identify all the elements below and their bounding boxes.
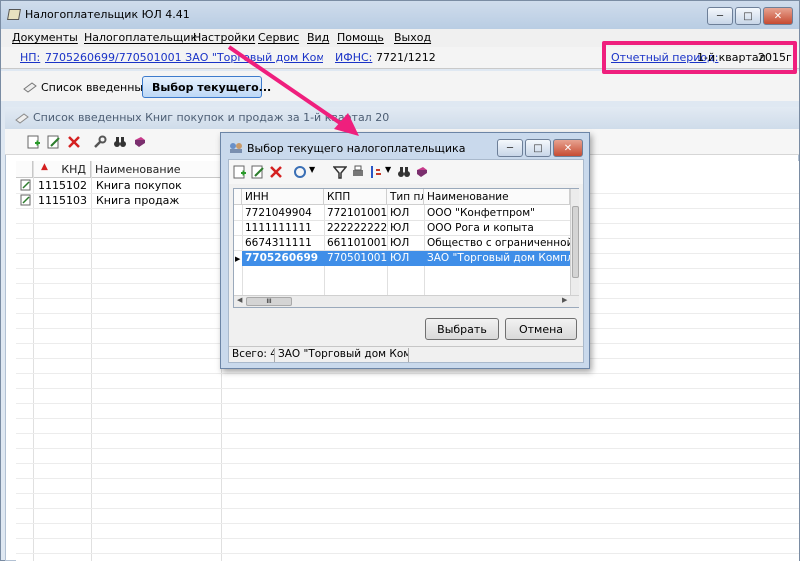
- table-row-name[interactable]: ООО "Конфетпром": [424, 206, 570, 220]
- table-row-name[interactable]: ООО Рога и копыта: [424, 221, 570, 235]
- delete-icon[interactable]: [269, 165, 283, 179]
- grid1-header-name[interactable]: Наименование: [91, 161, 221, 178]
- window-title: Налогоплательщик ЮЛ 4.41: [25, 8, 190, 21]
- status-current-name: ЗАО "Торговый дом Комплексный": [275, 348, 409, 362]
- table-row-inn[interactable]: 1111111111: [242, 221, 324, 235]
- table-row-name[interactable]: Книга покупок: [94, 178, 219, 193]
- horizontal-scroll-thumb[interactable]: III: [246, 297, 292, 306]
- table-row-type[interactable]: ЮЛ: [387, 221, 424, 235]
- panel-header: Список введенных Книг покупок и продаж з…: [5, 107, 799, 129]
- filter-icon[interactable]: [333, 165, 347, 179]
- table-row-kpp[interactable]: 222222222: [324, 221, 387, 235]
- table-row-type[interactable]: ЮЛ: [387, 251, 424, 265]
- horizontal-scrollbar[interactable]: ◀ III ▶: [234, 295, 579, 307]
- cancel-button[interactable]: Отмена: [505, 318, 577, 340]
- close-button[interactable]: ✕: [763, 7, 793, 25]
- np-label[interactable]: НП:: [20, 51, 40, 64]
- table-row-type[interactable]: ЮЛ: [387, 236, 424, 250]
- app-icon: [7, 9, 21, 20]
- delete-icon[interactable]: [67, 135, 81, 149]
- dialog-toolbar: ▼ ▼: [229, 160, 583, 184]
- dialog-close-button[interactable]: ✕: [553, 139, 583, 157]
- grid1-indicator-header: [16, 161, 33, 178]
- add-icon[interactable]: [233, 165, 247, 179]
- edit-icon[interactable]: [251, 165, 265, 179]
- table-row-knd[interactable]: 1115103: [36, 193, 91, 208]
- add-doc-icon[interactable]: [27, 135, 41, 149]
- grid1-header-knd[interactable]: ▲ КНД: [33, 161, 91, 178]
- menu-documents[interactable]: Документы: [12, 31, 78, 44]
- scroll-left-icon[interactable]: ◀: [237, 296, 242, 304]
- panel-doc-icon: [15, 113, 29, 124]
- tab-select-taxpayer[interactable]: Выбор текущего...: [142, 76, 271, 98]
- row-pointer-icon: ▶: [235, 255, 241, 263]
- menu-exit[interactable]: Выход: [394, 31, 431, 44]
- select-button[interactable]: Выбрать: [425, 318, 499, 340]
- dialog-body: ▼ ▼ ИНН КПП Тип пла Наименование 7721049…: [228, 159, 584, 363]
- table-row-name[interactable]: Книга продаж: [94, 193, 219, 208]
- dialog-maximize-button[interactable]: □: [525, 139, 551, 157]
- vertical-scrollbar[interactable]: [570, 189, 579, 295]
- vertical-scroll-thumb[interactable]: [572, 206, 579, 278]
- tools-icon[interactable]: [93, 135, 107, 149]
- status-count: Всего: 4: [229, 348, 275, 362]
- maximize-button[interactable]: □: [735, 7, 761, 25]
- sort-asc-icon: ▲: [41, 162, 48, 172]
- open-windows-bar: Список введенных ... Выбор текущего...: [1, 71, 799, 101]
- dialog-status-bar: Всего: 4 ЗАО "Торговый дом Комплексный": [229, 346, 583, 362]
- grid2-header-kpp[interactable]: КПП: [324, 189, 387, 205]
- title-bar[interactable]: Налогоплательщик ЮЛ 4.41 ─ □ ✕: [1, 1, 799, 29]
- binoculars-icon[interactable]: [397, 165, 411, 179]
- refresh-icon[interactable]: [293, 165, 307, 179]
- menu-help[interactable]: Помощь: [337, 31, 384, 44]
- tab-select-label: Выбор текущего...: [152, 80, 272, 94]
- scroll-right-icon[interactable]: ▶: [562, 296, 567, 304]
- book-icon[interactable]: [415, 165, 429, 179]
- table-row-type[interactable]: ЮЛ: [387, 206, 424, 220]
- menu-view[interactable]: Вид: [307, 31, 329, 44]
- menu-settings[interactable]: Настройки: [193, 31, 255, 44]
- menu-taxpayer[interactable]: Налогоплательщик: [84, 31, 197, 44]
- grid2-header-name[interactable]: Наименование: [424, 189, 570, 205]
- ifns-value: 7721/1212: [376, 51, 436, 64]
- minimize-button[interactable]: ─: [707, 7, 733, 25]
- table-row-inn[interactable]: 7721049904: [242, 206, 324, 220]
- table-row-name[interactable]: Общество с ограниченной ответс: [424, 236, 570, 250]
- print-icon[interactable]: [351, 165, 365, 179]
- table-row-inn[interactable]: 6674311111: [242, 236, 324, 250]
- chevron-down-icon[interactable]: ▼: [385, 165, 391, 174]
- edit-doc-icon[interactable]: [47, 135, 61, 149]
- dialog-people-icon: [230, 143, 242, 153]
- ifns-label[interactable]: ИФНС:: [335, 51, 372, 64]
- taxpayer-grid: ИНН КПП Тип пла Наименование 7721049904 …: [233, 188, 579, 308]
- main-window: Налогоплательщик ЮЛ 4.41 ─ □ ✕ Документы…: [0, 0, 800, 561]
- sort-icon[interactable]: [369, 165, 383, 179]
- chevron-down-icon[interactable]: ▼: [309, 165, 315, 174]
- period-highlight-frame: [602, 41, 797, 74]
- select-taxpayer-dialog: Выбор текущего налогоплательщика ─ □ ✕ ▼…: [220, 132, 590, 369]
- list-doc-icon: [23, 82, 37, 93]
- table-row-kpp[interactable]: 772101001: [324, 206, 387, 220]
- table-row-knd[interactable]: 1115102: [36, 178, 91, 193]
- row-doc-icon: [18, 178, 32, 193]
- panel-title: Список введенных Книг покупок и продаж з…: [33, 111, 390, 124]
- table-row-kpp[interactable]: 661101001: [324, 236, 387, 250]
- table-row-name[interactable]: ЗАО "Торговый дом Комплексный": [424, 251, 570, 265]
- grid2-header-inn[interactable]: ИНН: [242, 189, 324, 205]
- grid2-header-type[interactable]: Тип пла: [387, 189, 424, 205]
- table-row-inn[interactable]: 7705260699: [242, 251, 324, 265]
- book-icon[interactable]: [133, 135, 147, 149]
- table-row-kpp[interactable]: 770501001: [324, 251, 387, 265]
- dialog-minimize-button[interactable]: ─: [497, 139, 523, 157]
- menu-service[interactable]: Сервис: [258, 31, 299, 44]
- binoculars-icon[interactable]: [113, 135, 127, 149]
- dialog-title: Выбор текущего налогоплательщика: [247, 142, 466, 155]
- row-doc-icon: [18, 193, 32, 208]
- np-value[interactable]: 7705260699/770501001 ЗАО "Торговый дом К…: [45, 51, 323, 64]
- grid2-indicator-header: [234, 189, 242, 205]
